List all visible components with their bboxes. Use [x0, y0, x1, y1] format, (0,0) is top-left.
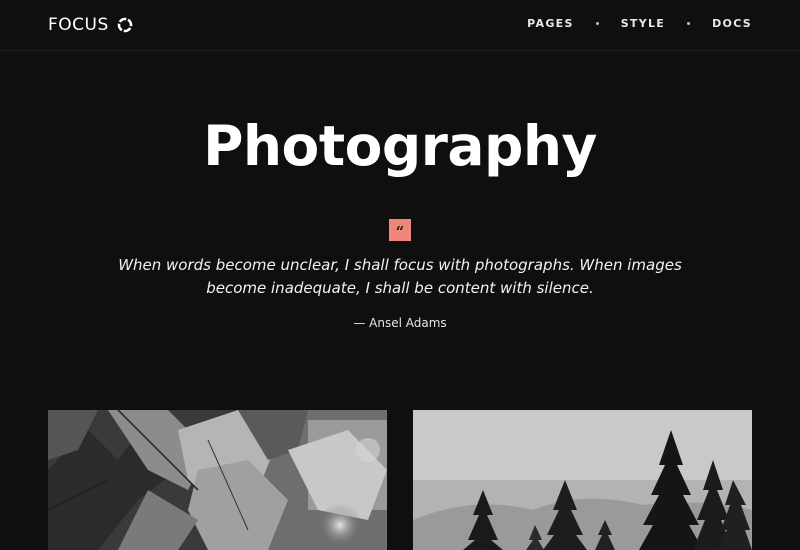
quote-text: When words become unclear, I shall focus… [118, 256, 682, 297]
page-title: Photography [203, 114, 597, 178]
photo-pine-trees[interactable] [413, 410, 752, 550]
nav-separator [687, 22, 691, 25]
site-logo[interactable]: FOCUS [48, 14, 133, 36]
quote-mark-icon: “ [389, 219, 411, 241]
photo-leaves[interactable] [48, 410, 387, 550]
quote-attribution: — Ansel Adams [353, 316, 447, 330]
nav-item-docs[interactable]: DOCS [712, 17, 752, 30]
nav-item-style[interactable]: STYLE [621, 17, 665, 30]
site-header: FOCUS PAGES STYLE DOCS [0, 0, 800, 51]
nav-item-pages[interactable]: PAGES [527, 17, 574, 30]
logo-text: FOCUS [48, 15, 109, 35]
ring-icon [117, 17, 133, 33]
main-nav: PAGES STYLE DOCS [527, 17, 752, 30]
nav-separator [595, 22, 599, 25]
